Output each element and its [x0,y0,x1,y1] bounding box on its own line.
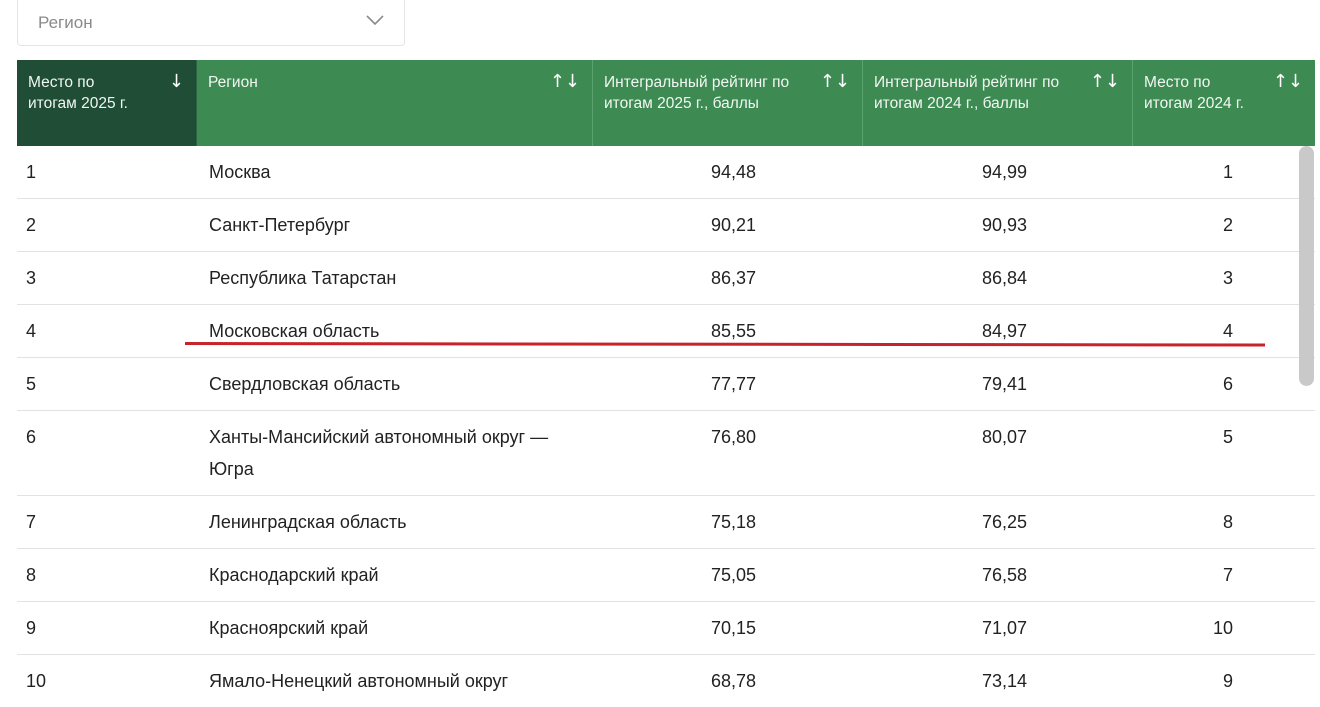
cell-rating-2025: 90,21 [710,215,756,235]
table-row[interactable]: 4 Московская область 85,55 84,97 4 [17,305,1315,358]
column-header-rating-2024[interactable]: Интегральный рейтинг по итогам 2024 г., … [863,60,1133,146]
column-header-label: Место по итогам 2025 г. [28,74,128,112]
cell-place-2025: 8 [26,565,37,585]
cell-rating-2024: 86,84 [981,268,1027,288]
cell-rating-2025: 77,77 [710,374,756,394]
cell-rating-2025: 85,55 [710,321,756,341]
sort-toggle-icon[interactable]: ↑↓ [820,72,850,92]
column-header-label: Место по итогам 2024 г. [1144,74,1244,112]
cell-rating-2024: 90,93 [981,215,1027,235]
cell-rating-2024: 84,97 [981,321,1027,341]
table-row[interactable]: 8 Краснодарский край 75,05 76,58 7 [17,549,1315,602]
cell-place-2024: 7 [1222,565,1233,585]
cell-place-2024: 10 [1212,618,1233,638]
cell-rating-2025: 70,15 [710,618,756,638]
cell-region: Санкт-Петербург [209,215,351,235]
sort-toggle-icon[interactable]: ↑↓ [1090,72,1120,92]
column-header-label: Интегральный рейтинг по итогам 2024 г., … [874,74,1060,112]
cell-place-2025: 3 [26,268,37,288]
cell-rating-2024: 76,58 [981,565,1027,585]
cell-place-2024: 4 [1222,321,1233,341]
cell-rating-2025: 75,05 [710,565,756,585]
cell-rating-2024: 80,07 [981,427,1027,447]
cell-region: Московская область [209,321,380,341]
column-header-rating-2025[interactable]: Интегральный рейтинг по итогам 2025 г., … [593,60,863,146]
cell-rating-2024: 71,07 [981,618,1027,638]
cell-rating-2025: 75,18 [710,512,756,532]
cell-place-2025: 2 [26,215,37,235]
cell-place-2025: 10 [26,671,47,691]
cell-place-2025: 6 [26,427,37,447]
table-row[interactable]: 3 Республика Татарстан 86,37 86,84 3 [17,252,1315,305]
cell-region: Свердловская область [209,374,401,394]
table-body: 1 Москва 94,48 94,99 1 2 Санкт-Петербург… [17,146,1315,707]
column-header-label: Регион [208,74,258,91]
cell-region: Краснодарский край [209,565,379,585]
cell-place-2024: 8 [1222,512,1233,532]
sort-desc-icon[interactable]: ↓ [169,72,184,92]
cell-rating-2025: 86,37 [710,268,756,288]
column-header-region[interactable]: Регион ↑↓ [197,60,593,146]
column-header-place-2025[interactable]: Место по итогам 2025 г. ↓ [17,60,197,146]
cell-rating-2024: 76,25 [981,512,1027,532]
table-row[interactable]: 9 Красноярский край 70,15 71,07 10 [17,602,1315,655]
cell-place-2025: 1 [26,162,37,182]
table-row[interactable]: 5 Свердловская область 77,77 79,41 6 [17,358,1315,411]
cell-place-2025: 4 [26,321,37,341]
table-row[interactable]: 2 Санкт-Петербург 90,21 90,93 2 [17,199,1315,252]
cell-region: Ямало-Ненецкий автономный округ [209,671,509,691]
cell-rating-2025: 68,78 [710,671,756,691]
cell-region: Красноярский край [209,618,369,638]
cell-place-2024: 3 [1222,268,1233,288]
table-header: Место по итогам 2025 г. ↓ Регион ↑↓ Инте… [17,60,1315,146]
vertical-scrollbar[interactable] [1299,146,1314,386]
cell-place-2024: 9 [1222,671,1233,691]
column-header-label: Интегральный рейтинг по итогам 2025 г., … [604,74,790,112]
column-header-place-2024[interactable]: Место по итогам 2024 г. ↑↓ [1133,60,1315,146]
cell-place-2024: 6 [1222,374,1233,394]
table-row[interactable]: 10 Ямало-Ненецкий автономный округ 68,78… [17,655,1315,707]
cell-place-2024: 1 [1222,162,1233,182]
cell-rating-2025: 76,80 [710,427,756,447]
cell-rating-2024: 73,14 [981,671,1027,691]
table-row[interactable]: 6 Ханты-Мансийский автономный округ — Юг… [17,411,1315,496]
cell-rating-2024: 94,99 [981,162,1027,182]
cell-place-2024: 2 [1222,215,1233,235]
table-row[interactable]: 1 Москва 94,48 94,99 1 [17,146,1315,199]
cell-place-2024: 5 [1222,427,1233,447]
chevron-down-icon [364,9,386,36]
sort-toggle-icon[interactable]: ↑↓ [550,72,580,92]
rating-table: Место по итогам 2025 г. ↓ Регион ↑↓ Инте… [17,60,1315,707]
table-row[interactable]: 7 Ленинградская область 75,18 76,25 8 [17,496,1315,549]
cell-region: Ханты-Мансийский автономный округ — Югра [209,427,549,479]
cell-rating-2025: 94,48 [710,162,756,182]
sort-toggle-icon[interactable]: ↑↓ [1273,72,1303,92]
cell-place-2025: 7 [26,512,37,532]
cell-place-2025: 9 [26,618,37,638]
cell-region: Ленинградская область [209,512,407,532]
cell-region: Республика Татарстан [209,268,397,288]
cell-place-2025: 5 [26,374,37,394]
cell-rating-2024: 79,41 [981,374,1027,394]
region-filter-placeholder: Регион [38,12,93,32]
region-filter-dropdown[interactable]: Регион [17,0,405,46]
cell-region: Москва [209,162,271,182]
